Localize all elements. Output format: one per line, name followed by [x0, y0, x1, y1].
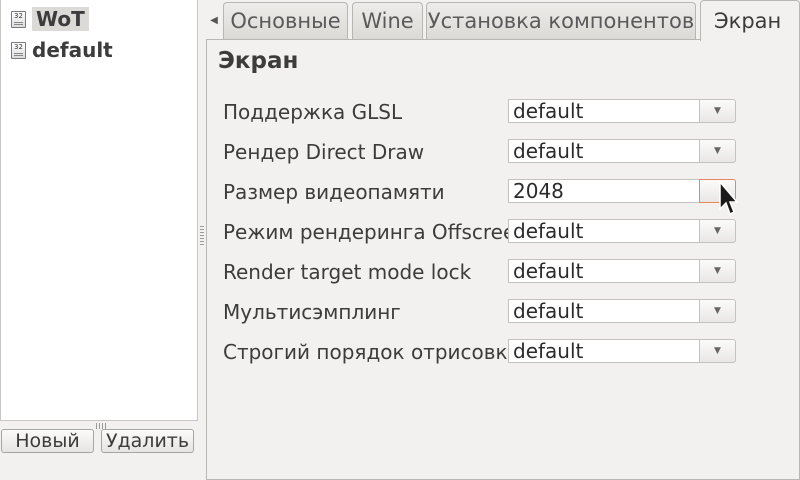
- delete-button[interactable]: Удалить: [101, 429, 194, 453]
- tab-scroll-left-icon[interactable]: ◀: [207, 0, 221, 40]
- setting-label: Режим рендеринга Offscreen: [223, 220, 509, 244]
- list-item-default[interactable]: 32 default: [11, 36, 113, 64]
- mouse-pointer-icon: [719, 181, 738, 216]
- prefix-32bit-icon: 32: [11, 10, 26, 28]
- setting-label: Поддержка GLSL: [223, 100, 403, 124]
- tab-components[interactable]: Установка компонентов: [426, 2, 696, 39]
- combo-value[interactable]: default: [508, 139, 699, 163]
- video-memory-combo[interactable]: 2048: [508, 179, 736, 203]
- tab-display[interactable]: Экран: [700, 0, 800, 41]
- setting-label: Размер видеопамяти: [223, 180, 445, 204]
- new-button[interactable]: Новый: [1, 429, 94, 453]
- chevron-down-icon[interactable]: ▼: [699, 139, 736, 163]
- multisampling-combo[interactable]: default ▼: [508, 299, 736, 323]
- directdraw-combo[interactable]: default ▼: [508, 139, 736, 163]
- combo-value[interactable]: default: [508, 339, 699, 363]
- combo-value[interactable]: default: [508, 219, 699, 243]
- chevron-down-icon[interactable]: ▼: [699, 99, 736, 123]
- pane-resize-handle[interactable]: [200, 225, 204, 245]
- setting-label: Мультисэмплинг: [223, 300, 401, 324]
- chevron-down-icon[interactable]: ▼: [699, 219, 736, 243]
- prefix-32bit-icon: 32: [11, 41, 26, 59]
- combo-value[interactable]: default: [508, 299, 699, 323]
- glsl-combo[interactable]: default ▼: [508, 99, 736, 123]
- offscreen-mode-combo[interactable]: default ▼: [508, 219, 736, 243]
- setting-label: Render target mode lock: [223, 260, 472, 284]
- chevron-down-icon[interactable]: ▼: [699, 259, 736, 283]
- list-item-wot[interactable]: 32 WoT: [11, 5, 89, 33]
- setting-label: Рендер Direct Draw: [223, 140, 425, 164]
- list-item-label: default: [32, 38, 113, 62]
- setting-label: Строгий порядок отрисовки: [223, 340, 509, 364]
- prefix-list[interactable]: 32 WoT 32 default: [0, 0, 198, 421]
- combo-value[interactable]: 2048: [508, 179, 699, 203]
- render-target-lock-combo[interactable]: default ▼: [508, 259, 736, 283]
- list-item-label: WoT: [32, 7, 89, 31]
- combo-value[interactable]: default: [508, 259, 699, 283]
- chevron-down-icon[interactable]: ▼: [699, 299, 736, 323]
- tab-general[interactable]: Основные: [223, 2, 348, 39]
- section-title: Экран: [218, 48, 299, 74]
- combo-value[interactable]: default: [508, 99, 699, 123]
- strict-draw-order-combo[interactable]: default ▼: [508, 339, 736, 363]
- chevron-down-icon[interactable]: ▼: [699, 339, 736, 363]
- tab-wine[interactable]: Wine: [352, 2, 423, 39]
